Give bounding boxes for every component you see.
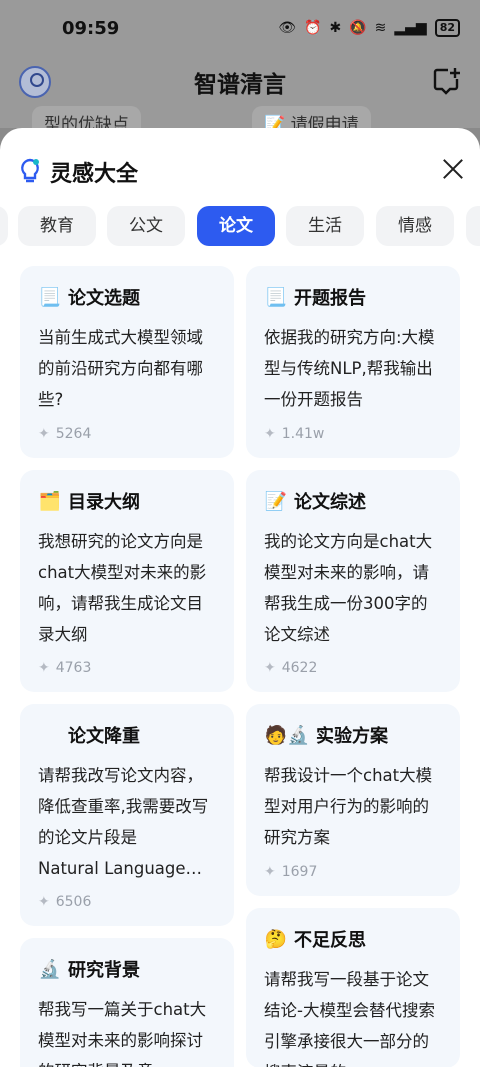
lightbulb-icon — [21, 158, 39, 183]
prompt-card[interactable]: 🤔 不足反思 请帮我写一段基于论文结论-大模型会替代搜索引擎承接很大一部分的搜索流… — [246, 908, 460, 1067]
usage-count: ✦ 4763 — [38, 660, 92, 676]
tab-life[interactable]: 生活 — [286, 206, 364, 246]
sheet-title: 灵感大全 — [50, 162, 139, 187]
card-description: 请帮我改写论文内容，降低查重率,我需要改写的论文片段是 — [38, 766, 209, 847]
tab-paper[interactable]: 论文 — [197, 206, 275, 246]
status-icons: 👁 ⏰ ✱ 🔕 ≋ ▂▄▆ 82 — [278, 19, 460, 37]
card-title: 不足反思 — [294, 930, 366, 951]
prompt-card[interactable]: 🗂️ 目录大纲 我想研究的论文方向是chat大模型对未来的影响，请帮我生成论文目录… — [20, 470, 234, 692]
card-description: 帮我设计一个chat大模型对用户行为的影响的研究方案 — [264, 766, 433, 847]
thinking-face-icon: 🤔 — [264, 928, 288, 950]
prompt-card[interactable]: 📃 论文选题 当前生成式大模型领域的前沿研究方向都有哪些? ✦ 5264 — [20, 266, 234, 458]
microscope-icon: 🔬 — [38, 958, 62, 980]
sheet-header: 灵感大全 — [0, 128, 480, 204]
card-title: 研究背景 — [68, 960, 140, 981]
wifi-icon: ≋ — [374, 20, 387, 36]
sparkle-icon: ✦ — [264, 426, 276, 442]
usage-count: ✦ 6506 — [38, 894, 92, 910]
card-title: 论文选题 — [68, 288, 140, 309]
tab-hidden-left[interactable] — [0, 206, 8, 246]
tab-education[interactable]: 教育 — [18, 206, 96, 246]
memo-icon: 📝 — [264, 490, 288, 512]
tab-official[interactable]: 公文 — [107, 206, 185, 246]
card-description: 请帮我写一段基于论文结论-大模型会替代搜索引擎承接很大一部分的搜索流量的 — [264, 970, 435, 1067]
card-title: 论文综述 — [294, 492, 366, 513]
card-title: 开题报告 — [294, 288, 366, 309]
category-tabs: 教育 公文 论文 生活 情感 — [0, 206, 480, 246]
compose-icon[interactable] — [432, 66, 462, 96]
prompt-card[interactable]: 📃 开题报告 依据我的研究方向:大模型与传统NLP,帮我输出一份开题报告 ✦ 1.4… — [246, 266, 460, 458]
close-icon[interactable] — [442, 158, 464, 180]
status-bar: 09:59 👁 ⏰ ✱ 🔕 ≋ ▂▄▆ 82 — [0, 0, 480, 58]
card-title: 论文降重 — [68, 726, 140, 747]
document-icon: 📃 — [38, 286, 62, 308]
bluetooth-icon: ✱ — [329, 20, 342, 36]
signal-icon: ▂▄▆ — [394, 20, 427, 36]
prompt-card[interactable]: 论文降重 请帮我改写论文内容，降低查重率,我需要改写的论文片段是 Natural… — [20, 704, 234, 926]
card-title: 目录大纲 — [68, 492, 140, 513]
card-description-tail: Natural Language… — [38, 859, 203, 878]
tab-hidden-right[interactable] — [466, 206, 480, 246]
card-description: 我想研究的论文方向是chat大模型对未来的影响，请帮我生成论文目录大纲 — [38, 532, 207, 644]
card-description: 帮我写一篇关于chat大模型对未来的影响探讨的研究背景及意 — [38, 1000, 207, 1067]
usage-count: ✦ 4622 — [264, 660, 318, 676]
card-title: 实验方案 — [316, 726, 388, 747]
battery-icon: 82 — [434, 19, 460, 37]
sparkle-icon: ✦ — [38, 894, 50, 910]
card-description: 当前生成式大模型领域的前沿研究方向都有哪些? — [38, 328, 203, 409]
sparkle-icon: ✦ — [38, 660, 50, 676]
card-description: 依据我的研究方向:大模型与传统NLP,帮我输出一份开题报告 — [264, 328, 435, 409]
inspiration-sheet: 灵感大全 教育 公文 论文 生活 情感 📃 论文选题 当前生成式大模型领域的前沿研… — [0, 128, 480, 1067]
prompt-card[interactable]: 🔬 研究背景 帮我写一篇关于chat大模型对未来的影响探讨的研究背景及意 — [20, 938, 234, 1067]
sparkle-icon: ✦ — [38, 426, 50, 442]
document-icon: 📃 — [264, 286, 288, 308]
status-time: 09:59 — [62, 18, 120, 39]
tab-emotion[interactable]: 情感 — [376, 206, 454, 246]
alarm-icon: ⏰ — [304, 20, 322, 36]
sparkle-icon: ✦ — [264, 864, 276, 880]
usage-count: ✦ 1697 — [264, 864, 318, 880]
card-description: 我的论文方向是chat大模型对未来的影响，请帮我生成一份300字的论文综述 — [264, 532, 433, 644]
sparkle-icon: ✦ — [264, 660, 276, 676]
usage-count: ✦ 1.41w — [264, 426, 325, 442]
prompt-card[interactable]: 📝 论文综述 我的论文方向是chat大模型对未来的影响，请帮我生成一份300字的论… — [246, 470, 460, 692]
prompt-card[interactable]: 🧑🔬 实验方案 帮我设计一个chat大模型对用户行为的影响的研究方案 ✦ 1697 — [246, 704, 460, 896]
app-bar: 智谱清言 型的优缺点 📝 请假申请 — [0, 58, 480, 139]
mute-icon: 🔕 — [349, 20, 367, 36]
folder-icon: 🗂️ — [38, 490, 62, 512]
scientist-icon: 🧑🔬 — [264, 724, 310, 746]
app-title: 智谱清言 — [194, 72, 286, 98]
usage-count: ✦ 5264 — [38, 426, 92, 442]
eye-icon: 👁 — [278, 20, 297, 36]
